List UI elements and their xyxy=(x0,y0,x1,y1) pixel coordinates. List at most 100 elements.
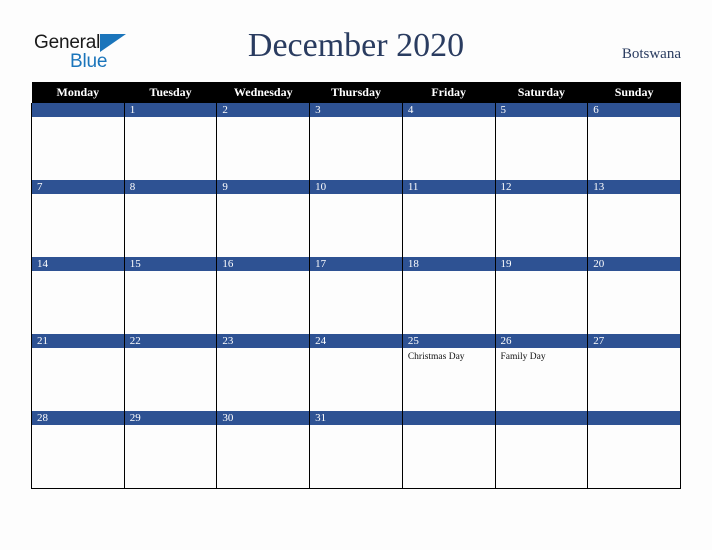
day-events xyxy=(588,348,680,351)
day-cell-inner: 24 xyxy=(310,334,402,411)
day-cell-inner: 7 xyxy=(32,180,124,257)
day-cell-29[interactable]: 29 xyxy=(123,411,218,489)
day-cell-12[interactable]: 12 xyxy=(494,180,589,257)
day-cell-22[interactable]: 22 xyxy=(123,334,218,411)
day-cell-3[interactable]: 3 xyxy=(309,103,403,180)
day-events xyxy=(496,117,588,120)
calendar-grid: Monday Tuesday Wednesday Thursday Friday Satu… xyxy=(31,82,681,489)
day-events xyxy=(125,194,217,197)
day-number: 19 xyxy=(495,257,588,271)
day-cell-27[interactable]: 27 xyxy=(587,334,681,411)
day-cell-empty[interactable] xyxy=(494,411,589,489)
day-cell-inner: 23 xyxy=(217,334,310,411)
day-cell-21[interactable]: 21 xyxy=(31,334,125,411)
day-cell-5[interactable]: 5 xyxy=(494,103,589,180)
day-events xyxy=(32,425,124,428)
day-cell-inner xyxy=(402,411,495,488)
day-cell-17[interactable]: 17 xyxy=(309,257,403,334)
day-cell-9[interactable]: 9 xyxy=(216,180,311,257)
day-events xyxy=(32,271,124,274)
day-cell-empty[interactable] xyxy=(31,103,125,180)
day-events xyxy=(125,117,217,120)
day-cell-empty[interactable] xyxy=(401,411,496,489)
day-number xyxy=(32,103,124,117)
day-cell-14[interactable]: 14 xyxy=(31,257,125,334)
calendar-header-row: Monday Tuesday Wednesday Thursday Friday Satu… xyxy=(31,82,681,103)
day-cell-10[interactable]: 10 xyxy=(309,180,403,257)
day-number: 21 xyxy=(32,334,124,348)
day-events xyxy=(496,425,588,428)
day-events xyxy=(310,194,402,197)
page-header: General Blue December 2020 Botswana xyxy=(0,0,712,80)
day-cell-20[interactable]: 20 xyxy=(587,257,681,334)
day-number: 16 xyxy=(217,257,310,271)
page-title: December 2020 xyxy=(247,27,465,64)
day-events xyxy=(217,348,309,351)
weekday-header-tuesday: Tuesday xyxy=(124,82,217,103)
holiday-label: Christmas Day xyxy=(407,352,465,362)
day-events xyxy=(310,271,402,274)
day-cell-8[interactable]: 8 xyxy=(123,180,218,257)
day-number: 28 xyxy=(32,411,124,425)
day-cell-7[interactable]: 7 xyxy=(31,180,125,257)
day-events xyxy=(32,348,124,351)
day-cell-2[interactable]: 2 xyxy=(216,103,311,180)
day-cell-24[interactable]: 24 xyxy=(309,334,403,411)
day-cell-inner: 26 Family Day xyxy=(495,334,588,411)
day-number xyxy=(495,411,588,425)
weekday-header-saturday: Saturday xyxy=(495,82,588,103)
day-cell-inner: 19 xyxy=(495,257,588,334)
day-cell-inner: 15 xyxy=(124,257,217,334)
day-cell-inner: 8 xyxy=(124,180,217,257)
day-cell-inner: 22 xyxy=(124,334,217,411)
day-number: 26 xyxy=(495,334,588,348)
day-number: 3 xyxy=(310,103,402,117)
day-events xyxy=(403,425,495,428)
day-cell-1[interactable]: 1 xyxy=(123,103,218,180)
calendar-week-row: 14 15 16 17 18 19 20 xyxy=(31,257,681,334)
day-cell-inner: 5 xyxy=(495,103,588,180)
day-cell-empty[interactable] xyxy=(587,411,681,489)
day-number: 22 xyxy=(124,334,217,348)
day-cell-15[interactable]: 15 xyxy=(123,257,218,334)
day-cell-13[interactable]: 13 xyxy=(587,180,681,257)
day-events xyxy=(588,194,680,197)
day-cell-26[interactable]: 26 Family Day xyxy=(494,334,589,411)
day-cell-inner: 29 xyxy=(124,411,217,488)
day-cell-16[interactable]: 16 xyxy=(216,257,311,334)
calendar-body: 1 2 3 4 5 6 7 8 9 10 11 12 13 14 15 16 17 18 19 20 21 22 23 24 2… xyxy=(31,103,681,489)
day-cell-19[interactable]: 19 xyxy=(494,257,589,334)
calendar-week-row: 21 22 23 24 25 Christmas Day 26 Family Day 27 xyxy=(31,334,681,411)
day-cell-inner: 21 xyxy=(32,334,124,411)
day-cell-inner: 17 xyxy=(310,257,402,334)
day-events xyxy=(32,194,124,197)
day-cell-11[interactable]: 11 xyxy=(401,180,496,257)
day-cell-4[interactable]: 4 xyxy=(401,103,496,180)
day-events xyxy=(588,271,680,274)
weekday-header-sunday: Sunday xyxy=(587,82,681,103)
day-cell-inner: 9 xyxy=(217,180,310,257)
day-number: 30 xyxy=(217,411,310,425)
day-cell-30[interactable]: 30 xyxy=(216,411,311,489)
day-number: 2 xyxy=(217,103,310,117)
day-number: 8 xyxy=(124,180,217,194)
day-cell-inner xyxy=(495,411,588,488)
day-events xyxy=(403,194,495,197)
day-cell-18[interactable]: 18 xyxy=(401,257,496,334)
calendar-week-row: 28 29 30 31 xyxy=(31,411,681,489)
weekday-header-thursday: Thursday xyxy=(309,82,403,103)
day-events xyxy=(125,348,217,351)
day-cell-inner: 1 xyxy=(124,103,217,180)
day-cell-inner: 30 xyxy=(217,411,310,488)
day-cell-28[interactable]: 28 xyxy=(31,411,125,489)
day-cell-6[interactable]: 6 xyxy=(587,103,681,180)
day-cell-23[interactable]: 23 xyxy=(216,334,311,411)
day-cell-inner: 20 xyxy=(588,257,680,334)
region-label: Botswana xyxy=(621,46,681,62)
day-events xyxy=(217,194,309,197)
day-cell-inner: 14 xyxy=(32,257,124,334)
day-cell-31[interactable]: 31 xyxy=(309,411,403,489)
day-number: 20 xyxy=(588,257,680,271)
day-cell-inner: 16 xyxy=(217,257,310,334)
day-cell-25[interactable]: 25 Christmas Day xyxy=(401,334,496,411)
